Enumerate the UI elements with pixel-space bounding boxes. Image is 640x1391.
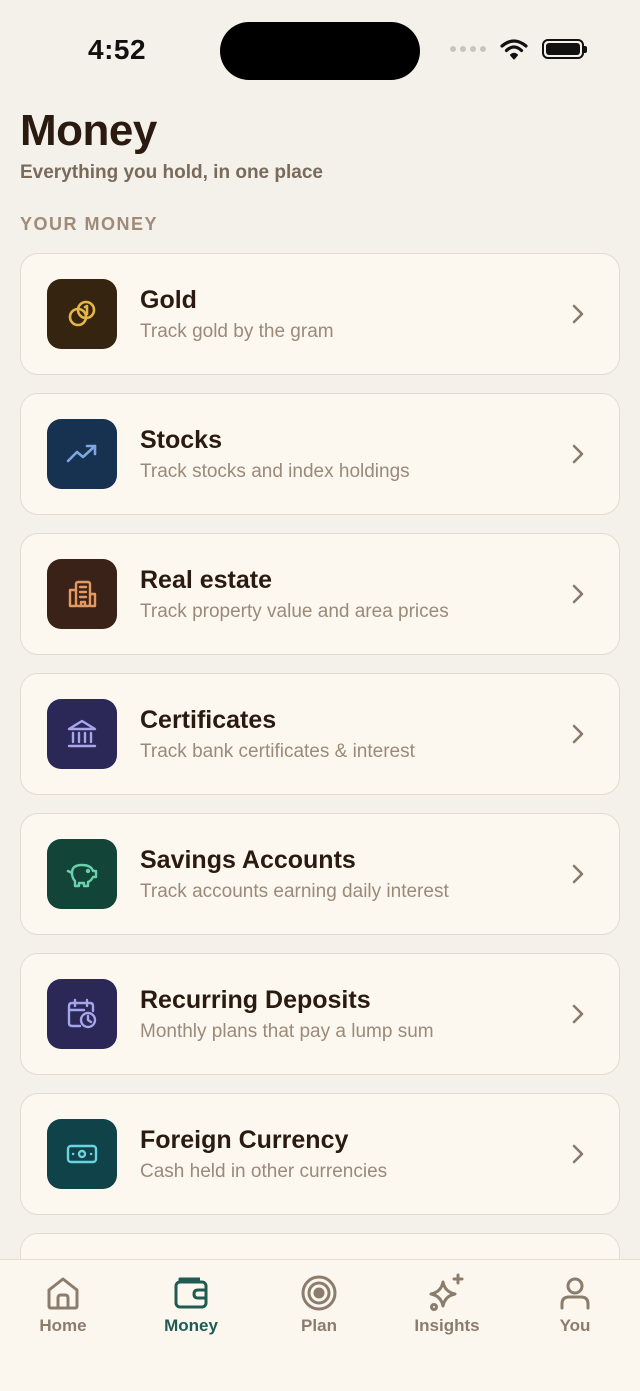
money-list: Gold Track gold by the gram Stocks Track… bbox=[20, 253, 620, 1373]
tab-label: You bbox=[559, 1316, 591, 1335]
wallet-icon bbox=[174, 1277, 208, 1309]
item-title: Savings Accounts bbox=[140, 845, 356, 874]
real-estate-icon-tile bbox=[47, 559, 117, 629]
item-description: Cash held in other currencies bbox=[140, 1160, 388, 1182]
chevron-right-icon bbox=[572, 724, 584, 744]
item-description: Track property value and area prices bbox=[140, 600, 449, 622]
money-item-certificates[interactable]: Certificates Track bank certificates & i… bbox=[20, 673, 620, 795]
item-title: Real estate bbox=[140, 565, 273, 594]
stocks-icon-tile bbox=[47, 419, 117, 489]
money-item-recurring-deposits[interactable]: Recurring Deposits Monthly plans that pa… bbox=[20, 953, 620, 1075]
tab-bar: Home Money Plan Insights You bbox=[0, 1259, 640, 1391]
item-description: Track accounts earning daily interest bbox=[140, 880, 449, 902]
page-title: Money bbox=[20, 106, 157, 155]
calendar-clock-icon bbox=[67, 998, 97, 1029]
status-bar: 4:52 bbox=[0, 0, 640, 100]
piggy-bank-icon bbox=[66, 863, 98, 888]
building-icon bbox=[68, 580, 97, 608]
tab-home[interactable]: Home bbox=[8, 1272, 118, 1336]
gold-icon-tile bbox=[47, 279, 117, 349]
gold-coins-icon bbox=[68, 300, 96, 327]
item-title: Certificates bbox=[140, 705, 277, 734]
page-header: Money Everything you hold, in one place bbox=[20, 106, 323, 184]
bank-icon bbox=[67, 719, 97, 748]
target-icon bbox=[301, 1275, 337, 1311]
tab-plan[interactable]: Plan bbox=[264, 1272, 374, 1336]
item-title: Gold bbox=[140, 285, 197, 314]
money-item-stocks[interactable]: Stocks Track stocks and index holdings bbox=[20, 393, 620, 515]
section-label: YOUR MONEY bbox=[20, 214, 159, 234]
chevron-right-icon bbox=[572, 304, 584, 324]
tab-you[interactable]: You bbox=[520, 1272, 630, 1336]
money-item-foreign-currency[interactable]: Foreign Currency Cash held in other curr… bbox=[20, 1093, 620, 1215]
trending-up-icon bbox=[66, 444, 97, 463]
savings-icon-tile bbox=[47, 839, 117, 909]
wifi-icon bbox=[500, 39, 528, 60]
money-item-gold[interactable]: Gold Track gold by the gram bbox=[20, 253, 620, 375]
chevron-right-icon bbox=[572, 1004, 584, 1024]
tab-label: Plan bbox=[301, 1316, 337, 1335]
item-description: Monthly plans that pay a lump sum bbox=[140, 1020, 434, 1042]
tab-money[interactable]: Money bbox=[136, 1272, 246, 1336]
item-description: Track stocks and index holdings bbox=[140, 460, 410, 482]
tab-label: Insights bbox=[414, 1316, 480, 1335]
item-description: Track gold by the gram bbox=[140, 320, 334, 342]
status-icons bbox=[450, 38, 587, 60]
page-subtitle: Everything you hold, in one place bbox=[20, 162, 323, 183]
recurring-icon-tile bbox=[47, 979, 117, 1049]
currency-icon-tile bbox=[47, 1119, 117, 1189]
item-description: Track bank certificates & interest bbox=[140, 740, 415, 762]
certificates-icon-tile bbox=[47, 699, 117, 769]
sparkles-icon bbox=[429, 1273, 464, 1311]
chevron-right-icon bbox=[572, 584, 584, 604]
tab-label: Home bbox=[39, 1316, 87, 1335]
tab-label: Money bbox=[164, 1316, 218, 1335]
dynamic-island bbox=[220, 22, 420, 80]
money-item-real-estate[interactable]: Real estate Track property value and are… bbox=[20, 533, 620, 655]
item-title: Stocks bbox=[140, 425, 222, 454]
item-title: Foreign Currency bbox=[140, 1125, 349, 1154]
chevron-right-icon bbox=[572, 1144, 584, 1164]
banknote-icon bbox=[66, 1144, 98, 1164]
chevron-right-icon bbox=[572, 444, 584, 464]
chevron-right-icon bbox=[572, 864, 584, 884]
status-time: 4:52 bbox=[88, 34, 147, 65]
signal-dots-icon bbox=[450, 46, 486, 52]
battery-icon bbox=[542, 39, 587, 59]
user-icon bbox=[560, 1277, 590, 1310]
item-title: Recurring Deposits bbox=[140, 985, 371, 1014]
tab-insights[interactable]: Insights bbox=[392, 1272, 502, 1336]
money-item-savings-accounts[interactable]: Savings Accounts Track accounts earning … bbox=[20, 813, 620, 935]
home-icon bbox=[47, 1277, 79, 1310]
